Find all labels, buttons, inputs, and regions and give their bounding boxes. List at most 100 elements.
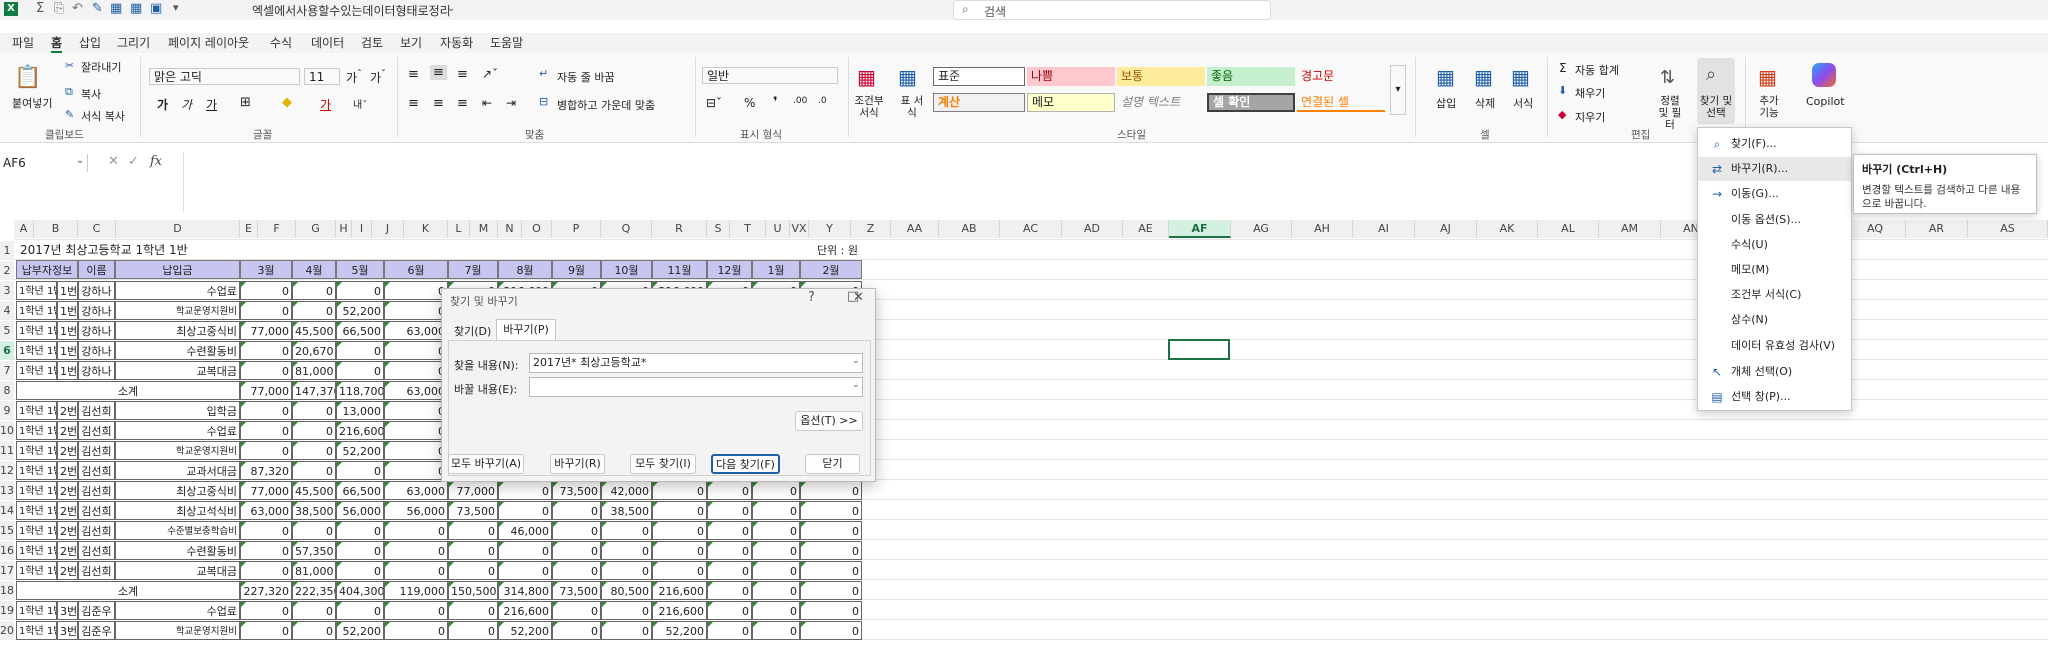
row-header[interactable]: 7 <box>0 361 14 380</box>
amount-cell[interactable]: 0 <box>601 561 652 580</box>
amount-cell[interactable]: 0 <box>707 501 752 520</box>
column-header[interactable]: Q <box>601 220 652 238</box>
replace-with-input[interactable] <box>529 377 863 397</box>
tab-view[interactable]: 보기 <box>400 33 422 53</box>
amount-cell[interactable]: 0 <box>240 341 292 360</box>
comma-icon[interactable]: ❜ <box>773 95 778 110</box>
menu-item-selection-pane[interactable]: ▤ 선택 창(P)... <box>1698 385 1851 409</box>
align-bottom-icon[interactable]: ≡ <box>457 67 468 82</box>
number-format-select[interactable]: 일반 <box>702 67 838 84</box>
row-header[interactable]: 20 <box>0 621 14 640</box>
options-button[interactable]: 옵션(T) >> <box>795 411 863 431</box>
italic-icon[interactable]: 가 <box>181 96 192 113</box>
column-header[interactable]: H <box>336 220 352 238</box>
info-cell[interactable]: 최상고중식비 <box>115 481 240 500</box>
border-icon[interactable]: ⊞ <box>240 95 251 110</box>
info-cell[interactable]: 1학년 1반 <box>16 521 57 540</box>
menu-item-conditional-formatting[interactable]: 조건부 서식(C) <box>1698 283 1851 307</box>
amount-cell[interactable]: 52,200 <box>336 441 384 460</box>
column-header[interactable]: AF <box>1169 220 1231 238</box>
amount-cell[interactable]: 66,500 <box>336 481 384 500</box>
indent-increase-icon[interactable]: ⇥ <box>506 96 516 110</box>
info-cell[interactable]: 김선희 <box>78 521 115 540</box>
info-cell[interactable]: 2번 <box>57 541 78 560</box>
column-header[interactable]: AJ <box>1415 220 1477 238</box>
amount-cell[interactable]: 0 <box>336 541 384 560</box>
info-cell[interactable]: 김선희 <box>78 461 115 480</box>
amount-cell[interactable]: 46,000 <box>498 521 552 540</box>
column-header[interactable]: A <box>14 220 34 238</box>
tab-automate[interactable]: 자동화 <box>440 33 473 53</box>
tab-find[interactable]: 찾기(D) <box>454 323 491 339</box>
column-header[interactable]: K <box>404 220 448 238</box>
amount-cell[interactable]: 0 <box>336 561 384 580</box>
find-all-button[interactable]: 모두 찾기(I) <box>630 454 696 474</box>
amount-cell[interactable]: 0 <box>292 301 336 320</box>
row-header[interactable]: 3 <box>0 281 14 300</box>
amount-cell[interactable]: 0 <box>601 601 652 620</box>
info-cell[interactable]: 1학년 1반 <box>16 541 57 560</box>
amount-cell[interactable]: 0 <box>240 521 292 540</box>
amount-cell[interactable]: 0 <box>707 521 752 540</box>
info-cell[interactable]: 수련활동비 <box>115 541 240 560</box>
column-header[interactable]: M <box>470 220 498 238</box>
info-cell[interactable]: 2번 <box>57 421 78 440</box>
amount-cell[interactable]: 0 <box>292 521 336 540</box>
amount-cell[interactable]: 0 <box>336 361 384 380</box>
align-top-icon[interactable]: ≡ <box>408 67 419 82</box>
amount-cell[interactable]: 0 <box>498 561 552 580</box>
info-cell[interactable]: 김선희 <box>78 481 115 500</box>
column-header[interactable]: AC <box>1000 220 1062 238</box>
column-header[interactable]: AD <box>1062 220 1123 238</box>
info-cell[interactable]: 학교운영지원비 <box>115 441 240 460</box>
amount-cell[interactable]: 0 <box>552 621 601 640</box>
row-header[interactable]: 18 <box>0 581 14 600</box>
info-cell[interactable]: 김선희 <box>78 421 115 440</box>
amount-cell[interactable]: 45,500 <box>292 321 336 340</box>
selected-cell[interactable] <box>1168 339 1230 360</box>
info-cell[interactable]: 3번 <box>57 621 78 640</box>
amount-cell[interactable]: 0 <box>652 541 707 560</box>
amount-cell[interactable]: 0 <box>752 581 800 600</box>
amount-cell[interactable]: 0 <box>448 561 498 580</box>
tab-data[interactable]: 데이터 <box>311 33 344 53</box>
amount-cell[interactable]: 147,370 <box>292 381 336 400</box>
row-header[interactable]: 6 <box>0 341 14 360</box>
info-cell[interactable]: 2번 <box>57 501 78 520</box>
amount-cell[interactable]: 0 <box>800 561 862 580</box>
find-select-button[interactable]: ⌕ 찾기 및 선택 <box>1697 58 1735 124</box>
row-header[interactable]: 5 <box>0 321 14 340</box>
menu-item-goto-special[interactable]: 이동 옵션(S)... <box>1698 208 1851 232</box>
column-header[interactable]: AM <box>1599 220 1661 238</box>
amount-cell[interactable]: 0 <box>240 561 292 580</box>
info-cell[interactable]: 최상고석식비 <box>115 501 240 520</box>
cut-button[interactable]: 잘라내기 <box>81 59 121 75</box>
amount-cell[interactable]: 13,000 <box>336 401 384 420</box>
info-cell[interactable]: 강하나 <box>78 361 115 380</box>
info-cell[interactable]: 1학년 1반 <box>16 601 57 620</box>
row-header[interactable]: 12 <box>0 461 14 480</box>
amount-cell[interactable]: 0 <box>601 541 652 560</box>
amount-cell[interactable]: 0 <box>448 601 498 620</box>
amount-cell[interactable]: 0 <box>292 421 336 440</box>
info-cell[interactable]: 수업료 <box>115 601 240 620</box>
info-cell[interactable]: 1학년 1반 <box>16 621 57 640</box>
info-cell[interactable]: 1학년 1반 <box>16 321 57 340</box>
row-header[interactable]: 13 <box>0 481 14 500</box>
row-header[interactable]: 11 <box>0 441 14 460</box>
amount-cell[interactable]: 0 <box>292 601 336 620</box>
amount-cell[interactable]: 52,200 <box>652 621 707 640</box>
amount-cell[interactable]: 0 <box>448 621 498 640</box>
amount-cell[interactable]: 0 <box>240 601 292 620</box>
amount-cell[interactable]: 63,000 <box>384 381 448 400</box>
amount-cell[interactable]: 0 <box>384 361 448 380</box>
info-cell[interactable]: 교과서대금 <box>115 461 240 480</box>
column-header[interactable]: Y <box>809 220 851 238</box>
format-painter-button[interactable]: 서식 복사 <box>81 108 125 124</box>
menu-item-data-validation[interactable]: 데이터 유효성 검사(V) <box>1698 334 1851 358</box>
info-cell[interactable]: 김선희 <box>78 441 115 460</box>
fill-button[interactable]: 채우기 <box>1575 85 1605 101</box>
amount-cell[interactable]: 0 <box>552 521 601 540</box>
amount-cell[interactable]: 0 <box>384 441 448 460</box>
align-middle-icon[interactable]: ≡ <box>430 65 447 80</box>
